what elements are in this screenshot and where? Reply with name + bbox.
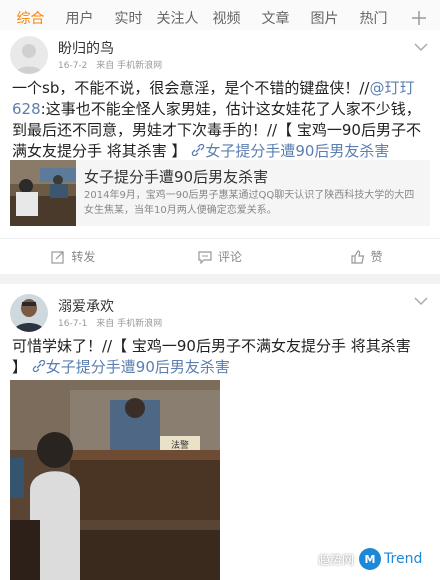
chevron-down-icon[interactable] xyxy=(414,296,428,306)
photo-sign: 法警 xyxy=(171,439,189,451)
article-link-label: 女子提分手遭90后男友杀害 xyxy=(45,358,230,376)
post-text: 可惜学妹了！//【 宝鸡一90后男子不满女友提分手 将其杀害 】 女子提分手遭9… xyxy=(12,336,430,378)
link-icon xyxy=(192,143,205,157)
plus-icon[interactable] xyxy=(408,7,430,29)
like-button[interactable]: 赞 xyxy=(293,239,440,274)
username[interactable]: 盼归的鸟 xyxy=(58,38,114,58)
post-meta: 16-7-1 来自 手机新浪网 xyxy=(58,316,168,329)
weibo-post: 溺爱承欢 16-7-1 来自 手机新浪网 可惜学妹了！//【 宝鸡一90后男子不… xyxy=(0,284,440,580)
weibo-post: 盼归的鸟 16-7-2 来自 手机新浪网 一个sb，不能不说，很会意淫，是个不错… xyxy=(0,30,440,274)
post-text: 一个sb，不能不说，很会意淫，是个不错的键盘侠！//@玎玎628:这事也不能全怪… xyxy=(12,78,430,162)
username[interactable]: 溺爱承欢 xyxy=(58,296,114,316)
watermark-text: 趋势网 xyxy=(318,552,355,567)
comment-icon xyxy=(198,250,212,264)
avatar[interactable] xyxy=(10,294,48,332)
link-icon xyxy=(32,359,45,373)
trend-watermark: 趋势网 M Trend xyxy=(318,546,430,572)
article-description: 2014年9月，宝鸡一90后男子惠某通过QQ聊天认识了陕西科技大学的大四女生焦某… xyxy=(84,190,415,216)
shared-article-card[interactable]: 女子提分手遭90后男友杀害 2014年9月，宝鸡一90后男子惠某通过QQ聊天认识… xyxy=(10,160,430,226)
article-link[interactable]: 女子提分手遭90后男友杀害 xyxy=(32,358,230,376)
article-link-label: 女子提分手遭90后男友杀害 xyxy=(205,142,390,160)
article-title: 女子提分手遭90后男友杀害 xyxy=(84,168,269,186)
post-date: 16-7-2 xyxy=(58,61,88,71)
repost-button[interactable]: 转发 xyxy=(0,239,147,274)
post-source: 来自 手机新浪网 xyxy=(96,61,163,71)
post-photo[interactable]: 法警 xyxy=(10,380,220,580)
post-text-part1: 一个sb，不能不说，很会意淫，是个不错的键盘侠！// xyxy=(12,79,370,97)
repost-label: 转发 xyxy=(71,250,96,264)
repost-icon xyxy=(51,250,64,264)
comment-label: 评论 xyxy=(218,250,243,264)
post-meta: 16-7-2 来自 手机新浪网 xyxy=(58,58,168,71)
avatar[interactable] xyxy=(10,36,48,74)
comment-button[interactable]: 评论 xyxy=(147,239,294,274)
watermark-brand: Trend xyxy=(384,551,423,567)
trend-logo-icon: M xyxy=(359,548,382,570)
like-label: 赞 xyxy=(370,250,383,264)
post-actions: 转发 评论 赞 xyxy=(0,238,440,274)
logo-letter: M xyxy=(365,553,376,566)
article-link[interactable]: 女子提分手遭90后男友杀害 xyxy=(191,142,389,160)
thumbs-up-icon xyxy=(351,249,364,264)
article-thumbnail xyxy=(10,160,76,226)
post-source: 来自 手机新浪网 xyxy=(96,319,163,329)
chevron-down-icon[interactable] xyxy=(414,42,428,52)
post-date: 16-7-1 xyxy=(58,319,88,329)
